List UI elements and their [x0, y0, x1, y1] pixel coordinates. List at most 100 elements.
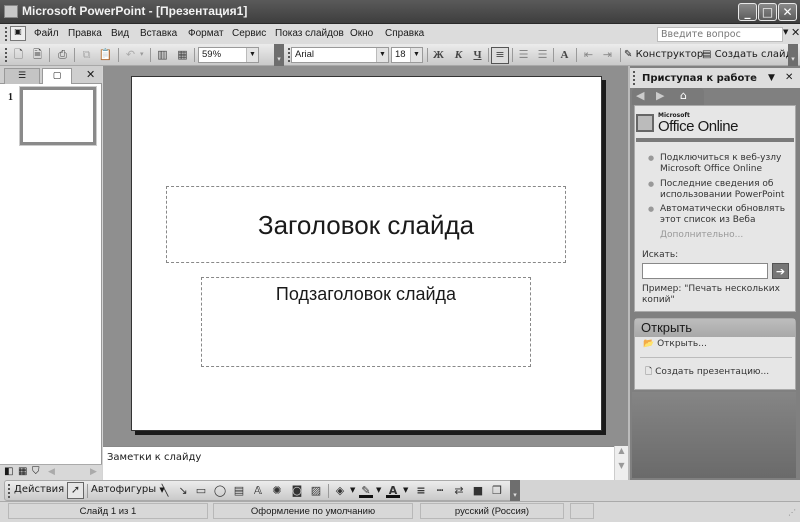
bulleted-list-icon[interactable]: ☰ [535, 48, 550, 62]
create-presentation-link[interactable]: 🗋 Создать презентацию... [645, 367, 769, 378]
toolbar-options-icon[interactable]: ▾ [788, 44, 798, 66]
toolbar-grip[interactable] [5, 27, 8, 41]
close-panel-icon[interactable]: ✕ [86, 68, 95, 81]
font-select[interactable]: Arial ▼ [291, 47, 389, 63]
chevron-down-icon[interactable]: ▼ [376, 48, 388, 62]
pane-close-icon[interactable]: ✕ [785, 72, 793, 83]
align-left-button[interactable]: ≡ [491, 47, 509, 64]
arrow-style-icon[interactable]: ⇄ [452, 484, 466, 498]
slide-subtitle-placeholder[interactable]: Подзаголовок слайда [201, 277, 531, 367]
menu-help[interactable]: Справка [385, 28, 424, 39]
link-latest-news[interactable]: Последние сведения об использовании Powe… [660, 179, 792, 201]
designer-button[interactable]: ✎ Конструктор [624, 49, 703, 60]
print-icon[interactable]: ⎙ [55, 48, 70, 62]
arrow-icon[interactable]: ↘ [176, 484, 190, 498]
resize-grip-icon[interactable]: ⋰ [788, 508, 796, 517]
oval-icon[interactable]: ◯ [213, 484, 227, 498]
link-auto-update[interactable]: Автоматически обновлять этот список из В… [660, 204, 792, 226]
maximize-button[interactable]: □ [758, 3, 777, 21]
tab-outline[interactable]: ☰ [4, 68, 40, 84]
new-document-icon[interactable]: 🗋 [11, 48, 26, 62]
copy-icon[interactable]: ⧉ [79, 48, 94, 62]
scroll-left-icon[interactable]: ◀ [48, 467, 55, 477]
zoom-select[interactable]: 59% ▼ [198, 47, 259, 63]
paste-icon[interactable]: 📋 [98, 48, 113, 62]
italic-button[interactable]: К [451, 48, 466, 62]
slide-sorter-icon[interactable]: ▦ [18, 466, 27, 477]
close-document-icon[interactable]: ✕ [791, 26, 800, 39]
back-icon[interactable]: ◀ [636, 89, 644, 102]
help-dropdown-icon[interactable]: ▼ [783, 28, 788, 36]
new-slide-button[interactable]: ▤ Создать слайд [702, 49, 792, 60]
toolbar-grip[interactable] [5, 48, 8, 62]
line-style-icon[interactable]: ≡ [414, 484, 428, 498]
print-preview-icon[interactable]: 🗎 [30, 48, 45, 62]
numbered-list-icon[interactable]: ☰ [516, 48, 531, 62]
menu-format[interactable]: Формат [188, 28, 224, 39]
undo-icon[interactable]: ↶ [123, 48, 138, 62]
bold-button[interactable]: Ж [431, 48, 446, 62]
normal-view-icon[interactable]: ◧ [4, 466, 13, 477]
text-box-icon[interactable]: ▤ [232, 484, 246, 498]
chevron-down-icon[interactable]: ▼ [246, 48, 258, 62]
autoshapes-menu[interactable]: Автофигуры ▼ [91, 484, 165, 495]
scroll-up-icon[interactable]: ▲ [615, 446, 628, 455]
increase-indent-icon[interactable]: ⇥ [600, 48, 615, 62]
font-size-select[interactable]: 18 ▼ [391, 47, 423, 63]
tab-slides[interactable]: ▢ [42, 68, 72, 84]
forward-icon[interactable]: ▶ [656, 89, 664, 102]
menu-slideshow[interactable]: Показ слайдов [275, 28, 344, 39]
notes-scrollbar[interactable]: ▲ ▼ [614, 446, 628, 480]
slide-thumbnail[interactable] [19, 86, 97, 146]
toolbar-options-icon[interactable]: ▾ [510, 480, 520, 501]
help-question-input[interactable]: Введите вопрос [657, 27, 783, 42]
fill-color-icon[interactable]: ◈ [333, 484, 347, 498]
close-button[interactable]: ✕ [778, 3, 797, 21]
undo-dropdown-icon[interactable]: ▾ [140, 50, 144, 58]
search-go-button[interactable]: ➔ [772, 263, 789, 279]
menu-view[interactable]: Вид [111, 28, 129, 39]
line-icon[interactable]: ╲ [158, 484, 172, 498]
wordart-icon[interactable]: 𝔸 [251, 484, 265, 498]
underline-button[interactable]: Ч [470, 48, 485, 62]
diagram-icon[interactable]: ✺ [270, 484, 284, 498]
select-objects-icon[interactable]: ➚ [67, 482, 84, 499]
open-link[interactable]: 📂 Открыть... [643, 339, 707, 350]
powerpoint-app-icon[interactable] [4, 5, 18, 18]
slide-title-placeholder[interactable]: Заголовок слайда [166, 186, 566, 263]
menu-tools[interactable]: Сервис [232, 28, 266, 39]
insert-table-icon[interactable]: ▦ [175, 48, 190, 62]
menu-insert[interactable]: Вставка [140, 28, 177, 39]
clipart-icon[interactable]: ◙ [290, 484, 304, 498]
menu-file[interactable]: Файл [34, 28, 59, 39]
scroll-right-icon[interactable]: ▶ [90, 467, 97, 477]
pane-grip[interactable] [633, 71, 636, 85]
toolbar-grip[interactable] [8, 484, 11, 498]
3d-style-icon[interactable]: ❒ [490, 484, 504, 498]
menu-edit[interactable]: Правка [68, 28, 102, 39]
minimize-button[interactable]: _ [738, 3, 757, 21]
pane-menu-icon[interactable]: ▼ [768, 73, 775, 83]
chevron-down-icon[interactable]: ▼ [376, 486, 381, 494]
font-color-icon[interactable]: A [386, 484, 400, 498]
decrease-indent-icon[interactable]: ⇤ [581, 48, 596, 62]
menu-window[interactable]: Окно [350, 28, 373, 39]
link-more[interactable]: Дополнительно... [660, 230, 743, 241]
insert-chart-icon[interactable]: ▥ [155, 48, 170, 62]
toolbar-options-icon[interactable]: ▾ [274, 44, 284, 66]
chevron-down-icon[interactable]: ▼ [350, 486, 355, 494]
shadow-style-icon[interactable]: ■ [471, 484, 485, 498]
notes-pane[interactable]: Заметки к слайду [103, 446, 628, 480]
actions-menu[interactable]: Действия ▼ [14, 484, 73, 495]
chevron-down-icon[interactable]: ▼ [410, 48, 422, 62]
slideshow-view-icon[interactable]: ⛉ [32, 466, 40, 477]
rectangle-icon[interactable]: ▭ [194, 484, 208, 498]
chevron-down-icon[interactable]: ▼ [403, 486, 408, 494]
picture-icon[interactable]: ▨ [309, 484, 323, 498]
scroll-down-icon[interactable]: ▼ [615, 461, 628, 470]
search-input[interactable] [642, 263, 768, 279]
increase-font-button[interactable]: A [557, 48, 572, 62]
home-icon[interactable]: ⌂ [680, 89, 687, 102]
line-color-icon[interactable]: ✎ [359, 484, 373, 498]
dash-style-icon[interactable]: ┅ [433, 484, 447, 498]
